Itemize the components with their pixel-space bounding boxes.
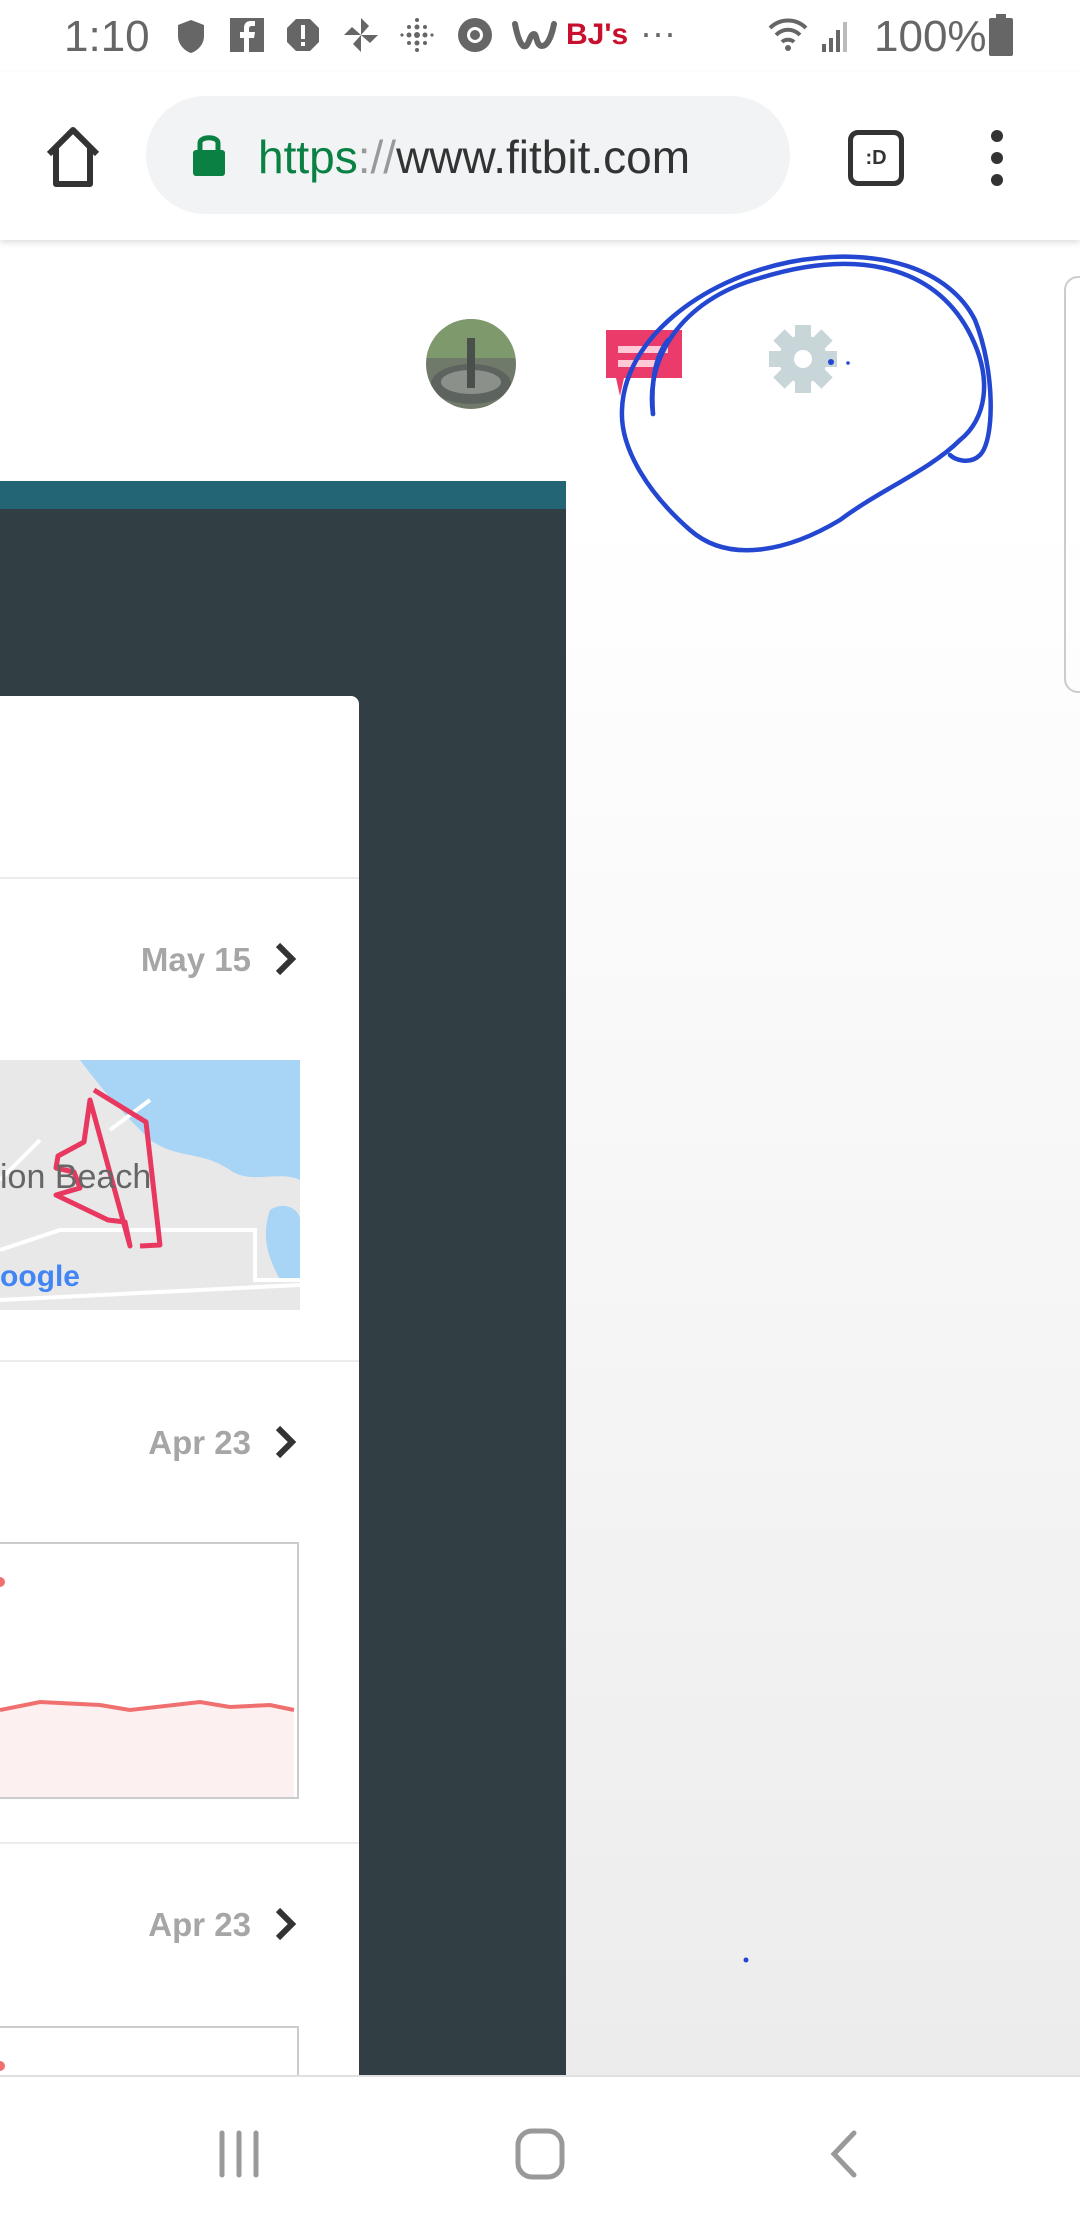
wifi-icon [768, 18, 808, 51]
chevron-right-icon [275, 1907, 297, 1941]
side-panel-edge [1064, 276, 1080, 693]
wish-icon [512, 21, 557, 50]
signal-icon [822, 22, 847, 52]
bjs-icon: BJ's [566, 18, 629, 51]
avatar[interactable] [425, 318, 517, 410]
more-icon: ··· [640, 12, 676, 53]
map-logo: oogle [0, 1260, 80, 1293]
activity-item[interactable]: May 15 ion Beach oogle [0, 879, 359, 1359]
fitbit-icon [400, 18, 434, 52]
messages-icon[interactable] [606, 330, 682, 398]
map-thumbnail: ion Beach oogle [0, 1060, 300, 1310]
battery-icon [989, 14, 1013, 56]
home-icon[interactable] [44, 126, 102, 188]
gear-icon[interactable] [768, 324, 838, 394]
status-time: 1:10 [64, 12, 150, 61]
address-bar[interactable]: https://www.fitbit.com [146, 96, 790, 214]
web-page: May 15 ion Beach oogle Apr 23 [0, 240, 1080, 2075]
alert-icon [287, 19, 319, 51]
menu-icon[interactable] [982, 128, 1012, 188]
activity-date: May 15 [140, 941, 251, 978]
pinwheel-icon [344, 18, 378, 52]
url-separator: :// [357, 131, 397, 183]
status-bar: 1:10 BJ's ··· 100% [0, 0, 1080, 72]
chrome-icon [458, 18, 492, 52]
map-label: ion Beach [0, 1158, 151, 1196]
heart-rate-graph [0, 1542, 299, 1799]
system-nav-bar [0, 2075, 1080, 2222]
divider [0, 1842, 359, 1844]
browser-toolbar: https://www.fitbit.com :D [0, 72, 1080, 240]
shield-icon [178, 20, 204, 53]
url-text[interactable]: https://www.fitbit.com [258, 130, 690, 184]
tab-switcher-button[interactable]: :D [848, 130, 904, 186]
chevron-right-icon [275, 942, 297, 976]
home-button[interactable] [514, 2127, 566, 2181]
url-scheme: https [258, 131, 358, 183]
dashboard-panel: May 15 ion Beach oogle Apr 23 [0, 509, 566, 2075]
url-host: www.fitbit.com [396, 131, 691, 183]
facebook-icon [230, 18, 264, 52]
activity-item[interactable]: Apr 23 [0, 1362, 359, 1840]
activity-date: Apr 23 [148, 1906, 251, 1943]
activity-date: Apr 23 [148, 1424, 251, 1461]
recents-button[interactable] [216, 2129, 262, 2179]
heart-rate-graph [0, 2026, 299, 2075]
back-button[interactable] [826, 2129, 860, 2179]
dashboard-accent-bar [0, 481, 566, 509]
activity-item[interactable]: Apr 23 [0, 1848, 359, 2075]
battery-percent: 100% [874, 12, 987, 61]
chevron-right-icon [275, 1425, 297, 1459]
lock-icon [193, 135, 225, 176]
